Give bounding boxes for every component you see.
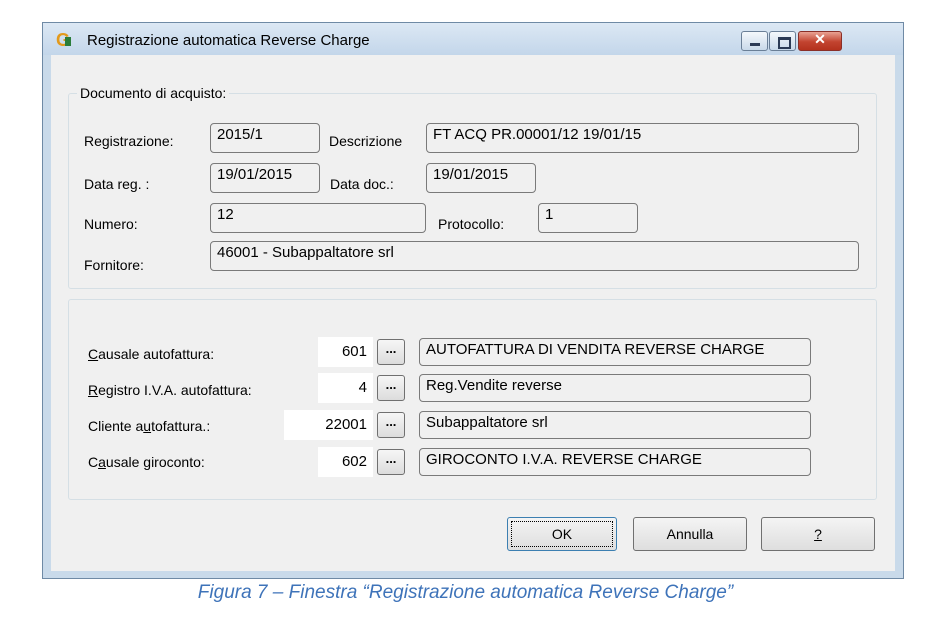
data-reg-label: Data reg. :	[84, 176, 150, 192]
close-icon: ✕	[814, 31, 826, 47]
fornitore-label: Fornitore:	[84, 257, 144, 273]
maximize-icon	[778, 37, 791, 49]
data-doc-field: 19/01/2015	[426, 163, 536, 193]
causale-giroconto-input[interactable]: 602	[318, 447, 373, 477]
data-doc-label: Data doc.:	[330, 176, 394, 192]
maximize-button[interactable]	[769, 31, 796, 51]
fornitore-field: 46001 - Subappaltatore srl	[210, 241, 859, 271]
causale-autofattura-desc: AUTOFATTURA DI VENDITA REVERSE CHARGE	[419, 338, 811, 366]
registrazione-field: 2015/1	[210, 123, 320, 153]
ok-button[interactable]: OK	[507, 517, 617, 551]
causale-autofattura-lookup-button[interactable]: ...	[377, 339, 405, 365]
app-logo-icon: G	[56, 30, 71, 50]
causale-giroconto-desc: GIROCONTO I.V.A. REVERSE CHARGE	[419, 448, 811, 476]
close-button[interactable]: ✕	[798, 31, 842, 51]
registrazione-label: Registrazione:	[84, 133, 174, 149]
causale-autofattura-input[interactable]: 601	[318, 337, 373, 367]
cliente-autofattura-lookup-button[interactable]: ...	[377, 412, 405, 438]
minimize-button[interactable]	[741, 31, 768, 51]
documento-group-title: Documento di acquisto:	[77, 85, 230, 101]
causale-autofattura-label: Causale autofattura:	[88, 346, 215, 362]
window-title: Registrazione automatica Reverse Charge	[87, 32, 370, 49]
registro-iva-input[interactable]: 4	[318, 373, 373, 403]
title-bar[interactable]: G Registrazione automatica Reverse Charg…	[43, 23, 903, 55]
protocollo-field: 1	[538, 203, 638, 233]
help-button[interactable]: ?	[761, 517, 875, 551]
descrizione-field: FT ACQ PR.00001/12 19/01/15	[426, 123, 859, 153]
dialog-window: G Registrazione automatica Reverse Charg…	[42, 22, 904, 579]
registro-iva-label: Registro I.V.A. autofattura:	[88, 382, 252, 398]
numero-field: 12	[210, 203, 426, 233]
protocollo-label: Protocollo:	[438, 216, 505, 232]
annulla-button[interactable]: Annulla	[633, 517, 747, 551]
cliente-autofattura-label: Cliente autofattura.:	[88, 418, 211, 434]
causale-giroconto-lookup-button[interactable]: ...	[377, 449, 405, 475]
data-reg-field: 19/01/2015	[210, 163, 320, 193]
minimize-icon	[750, 43, 760, 46]
cliente-autofattura-desc: Subappaltatore srl	[419, 411, 811, 439]
dialog-body: Documento di acquisto: Registrazione: 20…	[51, 55, 895, 571]
numero-label: Numero:	[84, 216, 138, 232]
cliente-autofattura-input[interactable]: 22001	[284, 410, 373, 440]
descrizione-label: Descrizione	[329, 133, 403, 149]
focus-rectangle	[511, 521, 613, 547]
causale-giroconto-label: Causale giroconto:	[88, 454, 205, 470]
figure-caption: Figura 7 – Finestra “Registrazione autom…	[197, 582, 734, 603]
registro-iva-lookup-button[interactable]: ...	[377, 375, 405, 401]
registro-iva-desc: Reg.Vendite reverse	[419, 374, 811, 402]
